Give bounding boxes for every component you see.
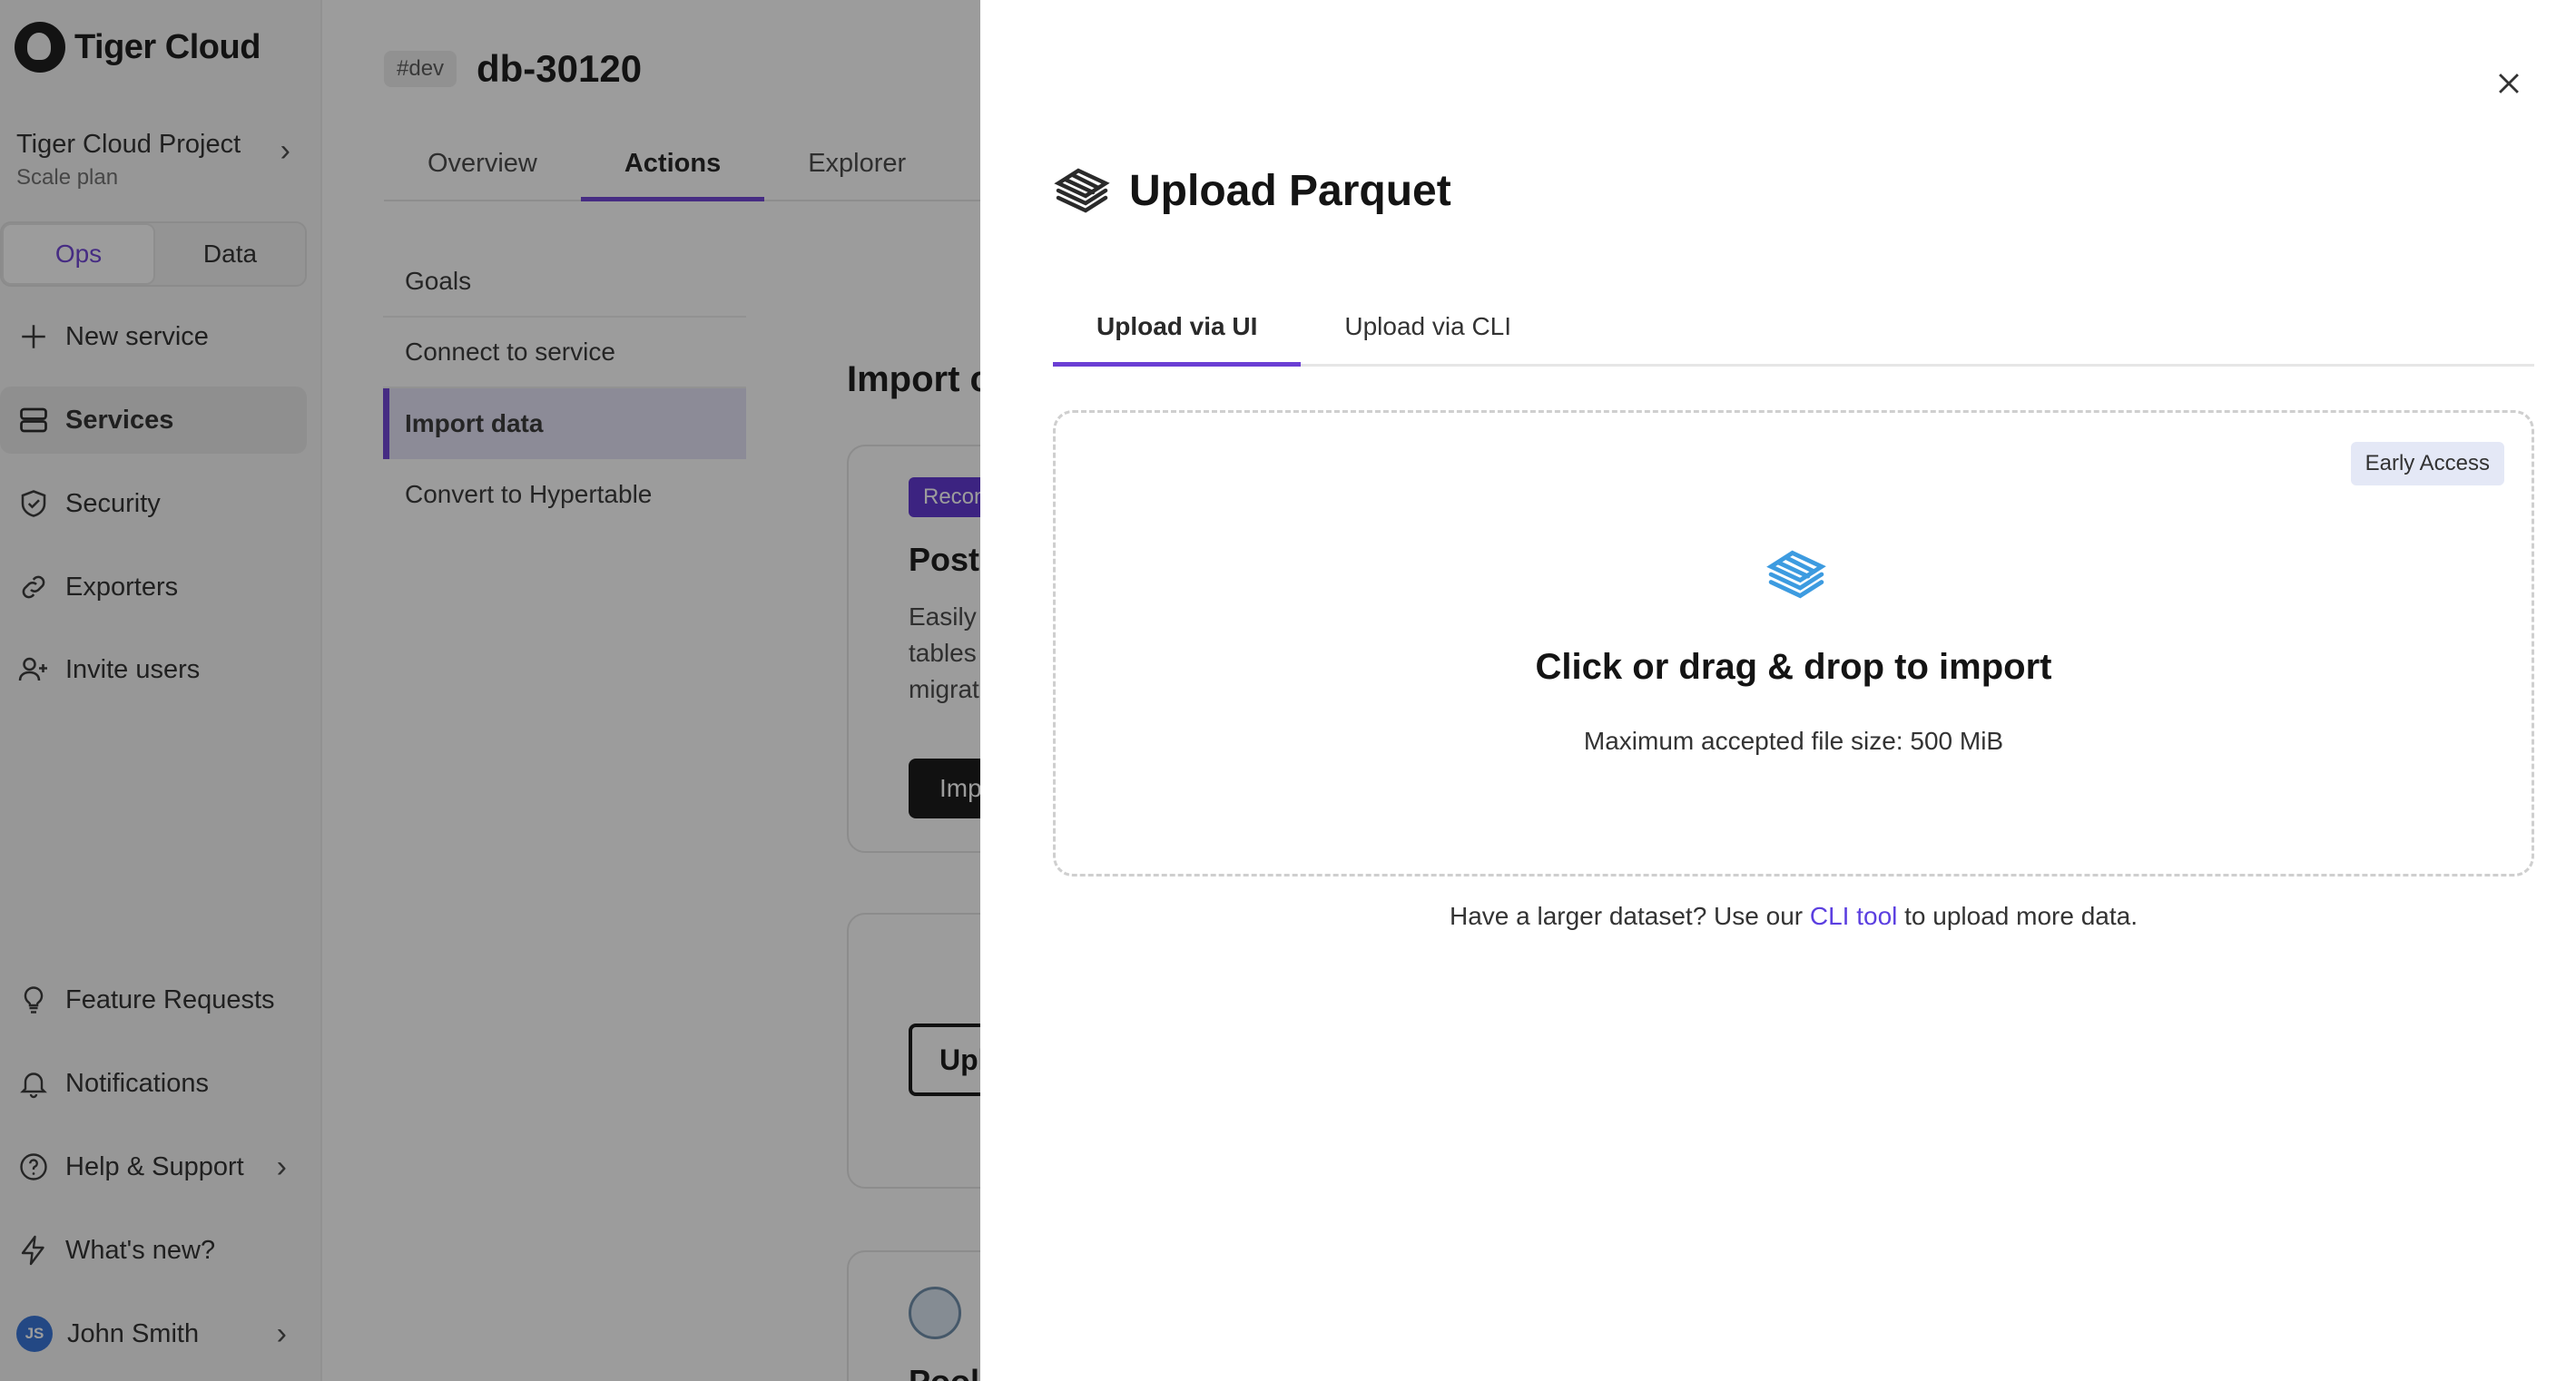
tab-upload-ui[interactable]: Upload via UI <box>1053 299 1302 367</box>
close-button[interactable] <box>2487 62 2531 105</box>
cli-note: Have a larger dataset? Use our CLI tool … <box>1053 902 2534 931</box>
dropzone-title: Click or drag & drop to import <box>1535 647 2052 687</box>
upload-tabs: Upload via UI Upload via CLI <box>1053 299 2534 367</box>
cli-note-text: Have a larger dataset? Use our <box>1449 902 1810 930</box>
parquet-icon <box>1054 168 1110 213</box>
upload-parquet-panel: Upload Parquet Upload via UI Upload via … <box>980 0 2576 1381</box>
close-icon <box>2499 73 2519 93</box>
panel-title: Upload Parquet <box>1129 166 1451 215</box>
parquet-file-icon <box>1766 550 1826 599</box>
cli-tool-link[interactable]: CLI tool <box>1810 902 1898 930</box>
cli-note-text: to upload more data. <box>1897 902 2138 930</box>
tab-upload-cli[interactable]: Upload via CLI <box>1301 299 1555 364</box>
dropzone-subtitle: Maximum accepted file size: 500 MiB <box>1583 727 2004 755</box>
modal-backdrop[interactable] <box>0 0 980 1381</box>
early-access-badge: Early Access <box>2350 442 2504 485</box>
file-dropzone[interactable]: Early Access Click or drag & drop to imp… <box>1053 410 2534 877</box>
panel-header: Upload Parquet <box>1053 165 1451 216</box>
